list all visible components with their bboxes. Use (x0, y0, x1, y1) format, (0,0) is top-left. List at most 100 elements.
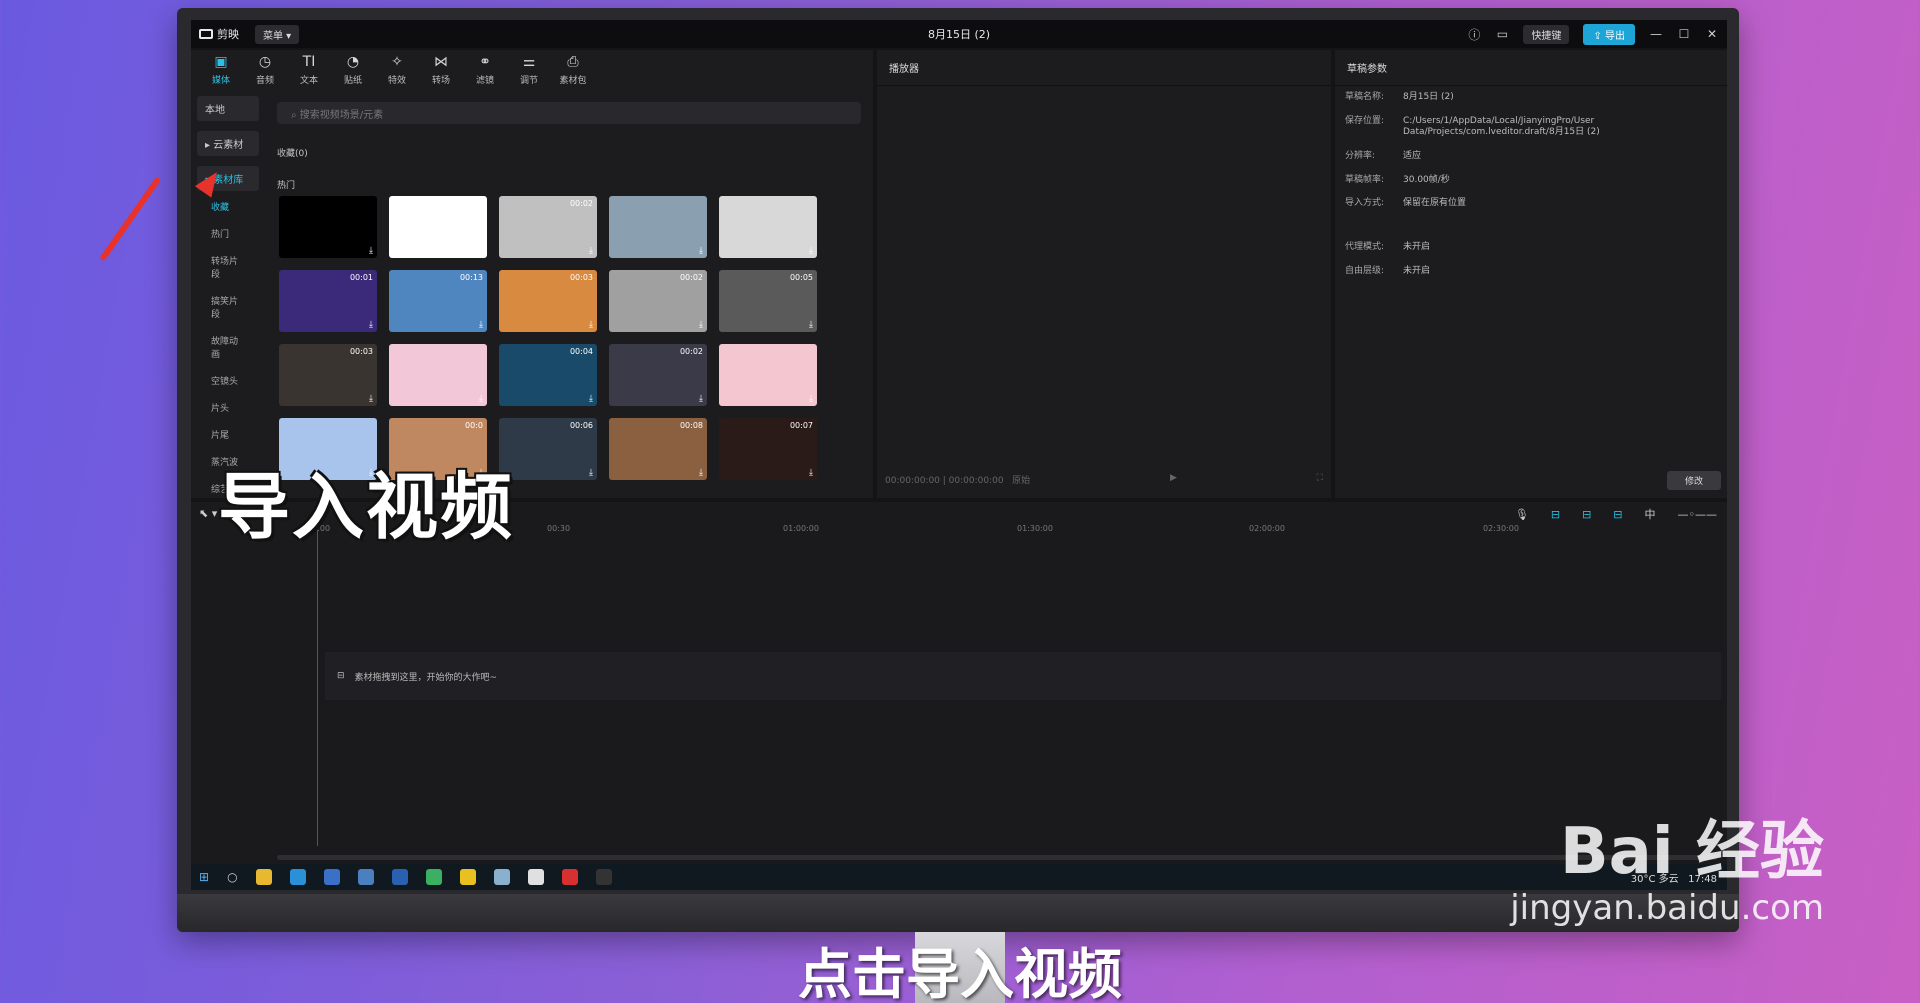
nav-sub-outro[interactable]: 片尾 (197, 421, 259, 448)
close-icon[interactable]: ✕ (1705, 27, 1719, 41)
download-icon[interactable]: ⤓ (479, 394, 483, 404)
preview-axis-icon[interactable]: ⊟ (1613, 508, 1622, 521)
media-thumbnail[interactable]: 00:08 ⤓ (609, 418, 707, 480)
param-value: 30.00帧/秒 (1403, 174, 1450, 185)
media-thumbnail[interactable]: 00:01 ⤓ (279, 270, 377, 332)
media-thumbnail[interactable]: 00:05 ⤓ (719, 270, 817, 332)
jianying-taskbar-icon[interactable] (595, 869, 612, 885)
param-row: 导入方式: 保留在原有位置 (1335, 192, 1727, 216)
maximize-icon[interactable]: ☐ (1677, 27, 1691, 41)
tab-text[interactable]: TI 文本 (289, 54, 329, 86)
tab-effects[interactable]: ✧ 特效 (377, 54, 417, 86)
wechat-icon[interactable] (425, 869, 442, 885)
app-icon[interactable] (527, 869, 544, 885)
select-tool-icon[interactable]: ⬉ ▾ (199, 507, 217, 520)
snap-main-icon[interactable]: ⊟ (1551, 508, 1560, 521)
download-icon[interactable]: ⤓ (699, 394, 703, 404)
tab-package[interactable]: ⎙ 素材包 (553, 54, 593, 86)
tab-sticker[interactable]: ◔ 贴纸 (333, 54, 373, 86)
nav-sub-empty-shot[interactable]: 空镜头 (197, 367, 259, 394)
nav-sub-glitch[interactable]: 故障动画 (197, 327, 259, 367)
layout-icon[interactable]: ▭ (1495, 27, 1509, 41)
media-thumbnail[interactable]: ⤓ (719, 196, 817, 258)
timeline-scrollbar[interactable] (277, 855, 1717, 860)
modify-button[interactable]: 修改 (1666, 471, 1721, 490)
mic-icon[interactable]: 🎙 (1515, 508, 1529, 521)
file-explorer-icon[interactable] (255, 869, 272, 885)
media-thumbnail[interactable]: 00:03 ⤓ (499, 270, 597, 332)
minimize-icon[interactable]: — (1649, 27, 1663, 41)
search-icon[interactable]: ○ (227, 870, 237, 884)
split-icon[interactable]: 中 (1645, 506, 1656, 522)
download-icon[interactable]: ⤓ (699, 246, 703, 256)
nav-sub-funny-clips[interactable]: 搞笑片段 (197, 287, 259, 327)
download-icon[interactable]: ⤓ (369, 320, 373, 330)
download-icon[interactable]: ⤓ (699, 468, 703, 478)
title-bar-controls: ⓘ ▭ 快捷键 ⇪ 导出 — ☐ ✕ (1467, 23, 1719, 45)
download-icon[interactable]: ⤓ (809, 246, 813, 256)
snap-link-icon[interactable]: ⊟ (1582, 508, 1591, 521)
download-icon[interactable]: ⤓ (589, 246, 593, 256)
search-input[interactable]: ⌕ 搜索视频场景/元素 (277, 102, 861, 124)
download-icon[interactable]: ⤓ (589, 468, 593, 478)
media-thumbnail[interactable]: ⤓ (389, 344, 487, 406)
wps-icon[interactable] (561, 869, 578, 885)
download-icon[interactable]: ⤓ (369, 246, 373, 256)
nav-cloud[interactable]: ▸ 云素材 (197, 131, 259, 156)
download-icon[interactable]: ⤓ (589, 320, 593, 330)
media-thumbnail[interactable]: 00:13 ⤓ (389, 270, 487, 332)
app-icon[interactable] (391, 869, 408, 885)
param-key: 代理模式: (1345, 242, 1385, 253)
nav-sub-intro[interactable]: 片头 (197, 394, 259, 421)
media-thumbnail[interactable]: ⤓ (719, 344, 817, 406)
main-track-drop-zone[interactable]: ⊟ 素材拖拽到这里，开始你的大作吧~ (325, 652, 1721, 700)
download-icon[interactable]: ⤓ (699, 320, 703, 330)
thumbnail-duration: 00:02 (679, 273, 703, 282)
media-thumbnail[interactable]: ⤓ (609, 196, 707, 258)
hot-section-label: 热门 (277, 181, 296, 191)
zoom-slider[interactable]: —◦—— (1678, 508, 1718, 521)
fullscreen-icon[interactable]: ⛶ (1317, 473, 1323, 486)
download-icon[interactable]: ⤓ (809, 320, 813, 330)
nav-local[interactable]: 本地 (197, 96, 259, 121)
browser-icon[interactable] (357, 869, 374, 885)
tab-media[interactable]: ▣ 媒体 (201, 54, 241, 86)
download-icon[interactable]: ⤓ (479, 246, 483, 256)
nav-sub-favorites[interactable]: 收藏 (197, 193, 259, 220)
ruler-tick: 01:00:00 (783, 524, 819, 533)
edge-icon[interactable] (289, 869, 306, 885)
media-thumbnail[interactable]: 00:02 ⤓ (499, 196, 597, 258)
windows-start-icon[interactable]: ⊞ (199, 870, 209, 884)
media-thumbnail[interactable]: ⤓ (279, 196, 377, 258)
param-key: 保存位置: (1345, 115, 1385, 126)
media-thumbnail[interactable]: 00:03 ⤓ (279, 344, 377, 406)
download-icon[interactable]: ⤓ (369, 394, 373, 404)
app-icon[interactable] (323, 869, 340, 885)
media-toolbar: ▣ 媒体 ◷ 音频 TI 文本 ◔ 贴纸 ✧ 特效 ⋈ 转场 ⚭ 滤镜 ⚌ 调节 ⎙ 素材包 (191, 50, 873, 90)
app-icon[interactable] (459, 869, 476, 885)
tab-adjust[interactable]: ⚌ 调节 (509, 54, 549, 86)
download-icon[interactable]: ⤓ (589, 394, 593, 404)
media-thumbnail[interactable]: ⤓ (389, 196, 487, 258)
shortcut-button[interactable]: 快捷键 (1523, 24, 1570, 44)
tab-audio[interactable]: ◷ 音频 (245, 54, 285, 86)
media-thumbnail[interactable]: 00:02 ⤓ (609, 344, 707, 406)
nav-sub-hot[interactable]: 热门 (197, 220, 259, 247)
media-thumbnail[interactable]: 00:04 ⤓ (499, 344, 597, 406)
menu-button[interactable]: 菜单 ▾ (255, 24, 300, 44)
playhead[interactable] (317, 526, 318, 846)
nav-sub-transition-clips[interactable]: 转场片段 (197, 247, 259, 287)
download-icon[interactable]: ⤓ (809, 468, 813, 478)
media-thumbnail[interactable]: 00:02 ⤓ (609, 270, 707, 332)
app-icon[interactable] (493, 869, 510, 885)
thumbnail-duration: 00:08 (679, 421, 703, 430)
media-thumbnail[interactable]: 00:07 ⤓ (719, 418, 817, 480)
download-icon[interactable]: ⤓ (479, 320, 483, 330)
help-icon[interactable]: ⓘ (1467, 26, 1481, 43)
ruler-tick: 02:30:00 (1483, 524, 1519, 533)
download-icon[interactable]: ⤓ (809, 394, 813, 404)
play-icon[interactable]: ▶ (1170, 473, 1177, 486)
tab-transition[interactable]: ⋈ 转场 (421, 54, 461, 86)
export-button[interactable]: ⇪ 导出 (1583, 23, 1635, 45)
tab-filter[interactable]: ⚭ 滤镜 (465, 54, 505, 86)
